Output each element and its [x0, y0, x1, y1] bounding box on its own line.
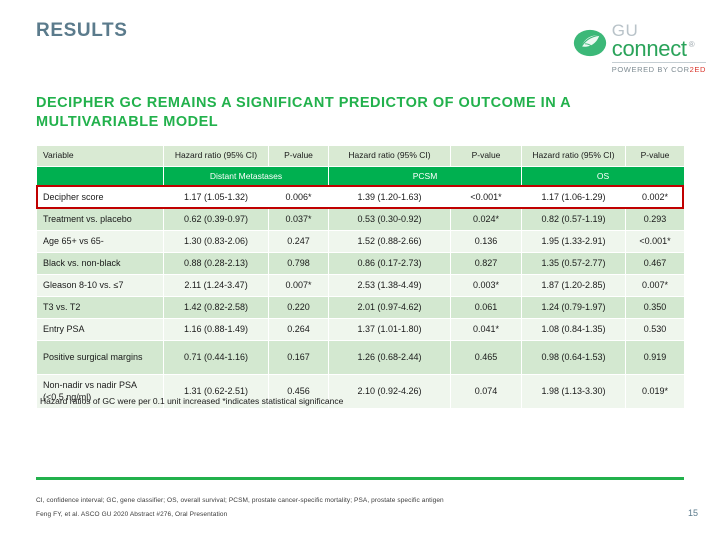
page-title: RESULTS [36, 20, 128, 41]
logo-trademark: ® [688, 40, 695, 49]
table-row: Gleason 8-10 vs. ≤7 2.11 (1.24-3.47) 0.007… [36, 274, 685, 297]
row-pcsm-p: 0.024* [450, 208, 522, 231]
table-row: Black vs. non-black 0.88 (0.28-2.13) 0.798… [36, 252, 685, 275]
header-dm-hr: Hazard ratio (95% CI) [163, 145, 269, 167]
row-pcsm-hr: 1.37 (1.01-1.80) [328, 318, 451, 341]
row-pcsm-hr: 1.39 (1.20-1.63) [328, 186, 451, 209]
row-pcsm-hr: 2.01 (0.97-4.62) [328, 296, 451, 319]
results-table: Variable Hazard ratio (95% CI) P-value H… [36, 145, 685, 409]
row-os-hr: 1.98 (1.13-3.30) [521, 374, 626, 409]
table-header-row: Variable Hazard ratio (95% CI) P-value H… [36, 145, 685, 167]
row-dm-p: 0.167 [268, 340, 329, 375]
row-dm-p: 0.798 [268, 252, 329, 275]
logo-connect-text: connect [611, 36, 687, 61]
row-dm-p: 0.037* [268, 208, 329, 231]
row-os-hr: 1.17 (1.06-1.29) [521, 186, 626, 209]
header-pcsm-p: P-value [450, 145, 522, 167]
logo-powered-by: POWERED BY COR2ED [612, 65, 706, 74]
page-number: 15 [687, 508, 698, 518]
slide-headline: DECIPHER GC REMAINS A SIGNIFICANT PREDIC… [36, 95, 571, 130]
row-dm-p: 0.264 [268, 318, 329, 341]
table-group-row: Distant Metastases PCSM OS [36, 165, 685, 187]
gu-connect-leaf-icon [573, 29, 606, 57]
row-pcsm-p: 0.136 [450, 230, 522, 253]
row-pcsm-hr: 1.52 (0.88-2.66) [328, 230, 451, 253]
row-os-p: 0.007* [625, 274, 685, 297]
table-row: Positive surgical margins 0.71 (0.44-1.16… [36, 340, 685, 375]
row-variable: Decipher score [36, 186, 164, 209]
header-variable: Variable [36, 145, 164, 167]
row-variable: Black vs. non-black [36, 252, 164, 275]
table-row: Decipher score 1.17 (1.05-1.32) 0.006* 1.39… [36, 186, 685, 209]
row-os-p: 0.293 [625, 208, 685, 231]
logo-powered-prefix: POWERED BY COR [611, 65, 690, 74]
header-os-p: P-value [625, 145, 685, 167]
row-variable: T3 vs. T2 [36, 296, 164, 319]
row-dm-hr: 0.71 (0.44-1.16) [163, 340, 269, 375]
row-os-hr: 1.87 (1.20-2.85) [521, 274, 626, 297]
row-os-hr: 0.98 (0.64-1.53) [521, 340, 626, 375]
row-os-p: 0.019* [625, 374, 685, 409]
gu-connect-logo: GU connect ® POWERED BY COR2ED [573, 22, 706, 74]
row-os-p: 0.467 [625, 252, 685, 275]
logo-divider [611, 62, 706, 63]
row-dm-p: 0.006* [268, 186, 329, 209]
row-os-hr: 1.08 (0.84-1.35) [521, 318, 626, 341]
group-blank [36, 165, 164, 187]
header-dm-p: P-value [268, 145, 329, 167]
row-dm-hr: 1.42 (0.82-2.58) [163, 296, 269, 319]
row-variable: Positive surgical margins [36, 340, 164, 375]
row-os-p: 0.002* [625, 186, 685, 209]
group-os: OS [521, 165, 685, 187]
table-row: Age 65+ vs 65- 1.30 (0.83-2.06) 0.247 1.52 … [36, 230, 685, 253]
group-distant-metastases: Distant Metastases [163, 165, 329, 187]
row-os-hr: 1.24 (0.79-1.97) [521, 296, 626, 319]
row-pcsm-p: 0.003* [450, 274, 522, 297]
row-os-p: <0.001* [625, 230, 685, 253]
row-pcsm-hr: 2.53 (1.38-4.49) [328, 274, 451, 297]
row-pcsm-p: 0.465 [450, 340, 522, 375]
row-variable: Gleason 8-10 vs. ≤7 [36, 274, 164, 297]
row-pcsm-p: 0.827 [450, 252, 522, 275]
abbreviations-text: CI, confidence interval; GC, gene classi… [36, 497, 444, 504]
row-pcsm-p: 0.061 [450, 296, 522, 319]
row-dm-hr: 0.88 (0.28-2.13) [163, 252, 269, 275]
row-variable: Age 65+ vs 65- [36, 230, 164, 253]
row-variable: Entry PSA [36, 318, 164, 341]
row-pcsm-p: 0.041* [450, 318, 522, 341]
row-dm-p: 0.247 [268, 230, 329, 253]
row-pcsm-p: 0.074 [450, 374, 522, 409]
row-dm-p: 0.220 [268, 296, 329, 319]
row-os-p: 0.530 [625, 318, 685, 341]
table-row: Entry PSA 1.16 (0.88-1.49) 0.264 1.37 (1.01… [36, 318, 685, 341]
row-dm-hr: 0.62 (0.39-0.97) [163, 208, 269, 231]
logo-powered-accent: 2ED [689, 65, 706, 74]
row-variable: Treatment vs. placebo [36, 208, 164, 231]
row-pcsm-hr: 1.26 (0.68-2.44) [328, 340, 451, 375]
row-pcsm-hr: 0.86 (0.17-2.73) [328, 252, 451, 275]
table-row: T3 vs. T2 1.42 (0.82-2.58) 0.220 2.01 (0.97… [36, 296, 685, 319]
row-dm-hr: 1.30 (0.83-2.06) [163, 230, 269, 253]
header-os-hr: Hazard ratio (95% CI) [521, 145, 626, 167]
row-os-hr: 0.82 (0.57-1.19) [521, 208, 626, 231]
row-os-hr: 1.35 (0.57-2.77) [521, 252, 626, 275]
row-os-hr: 1.95 (1.33-2.91) [521, 230, 626, 253]
row-pcsm-hr: 2.10 (0.92-4.26) [328, 374, 451, 409]
citation-text: Feng FY, et al. ASCO GU 2020 Abstract #2… [36, 511, 228, 518]
row-dm-hr: 1.16 (0.88-1.49) [163, 318, 269, 341]
row-dm-hr: 1.17 (1.05-1.32) [163, 186, 269, 209]
table-row: Treatment vs. placebo 0.62 (0.39-0.97) 0.0… [36, 208, 685, 231]
row-os-p: 0.919 [625, 340, 685, 375]
footer-divider [36, 477, 684, 480]
row-pcsm-p: <0.001* [450, 186, 522, 209]
row-dm-hr: 2.11 (1.24-3.47) [163, 274, 269, 297]
table-footnote: Hazard ratios of GC were per 0.1 unit in… [40, 396, 344, 406]
row-dm-p: 0.007* [268, 274, 329, 297]
results-table-container: Variable Hazard ratio (95% CI) P-value H… [36, 145, 685, 409]
group-pcsm: PCSM [328, 165, 522, 187]
header-pcsm-hr: Hazard ratio (95% CI) [328, 145, 451, 167]
row-pcsm-hr: 0.53 (0.30-0.92) [328, 208, 451, 231]
row-os-p: 0.350 [625, 296, 685, 319]
